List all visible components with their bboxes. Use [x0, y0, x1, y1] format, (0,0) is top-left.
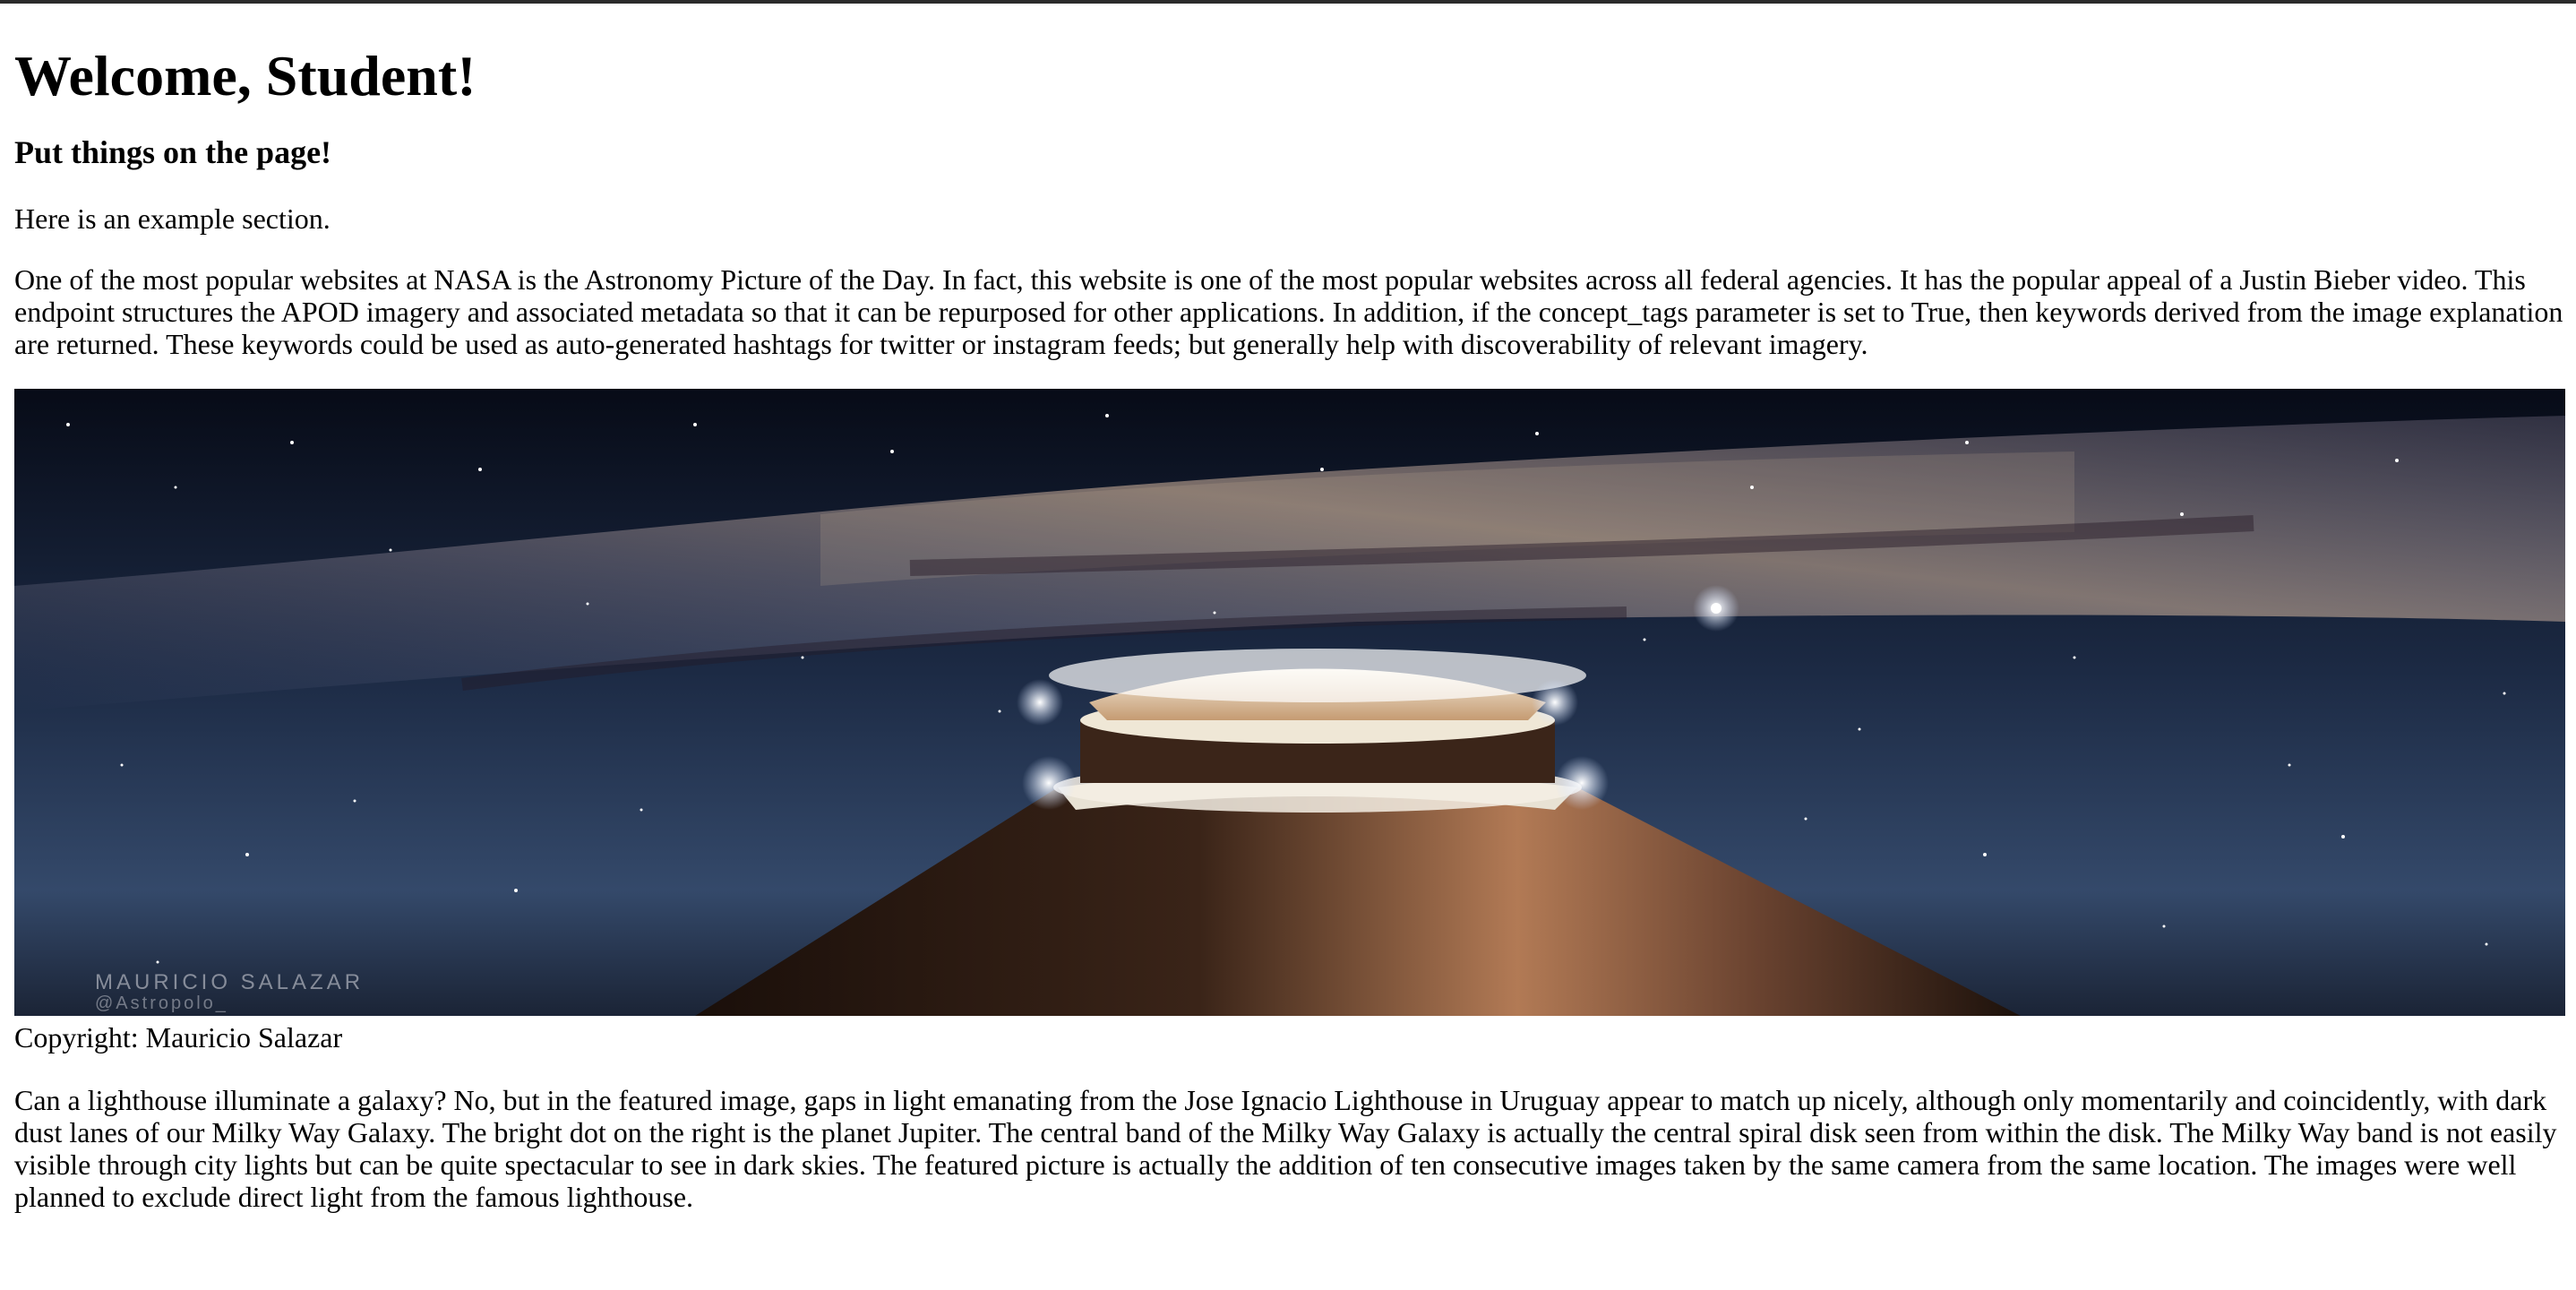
lighthouse-milky-way-picture: MAURICIO SALAZAR @Astropolo_ — [14, 389, 2565, 1016]
page-title: Welcome, Student! — [14, 44, 477, 108]
image-copyright: Copyright: Mauricio Salazar — [14, 1021, 343, 1054]
apod-image: MAURICIO SALAZAR @Astropolo_ — [14, 389, 2565, 1016]
intro-text: Here is an example section. — [14, 202, 331, 235]
apod-explanation: Can a lighthouse illuminate a galaxy? No… — [14, 1084, 2557, 1213]
watermark-handle: @Astropolo_ — [95, 993, 228, 1013]
watermark-name: MAURICIO SALAZAR — [95, 970, 364, 994]
page-content: Welcome, Student! Put things on the page… — [14, 4, 2565, 1213]
page-subtitle: Put things on the page! — [14, 134, 332, 170]
description-text: One of the most popular websites at NASA… — [14, 263, 2563, 360]
